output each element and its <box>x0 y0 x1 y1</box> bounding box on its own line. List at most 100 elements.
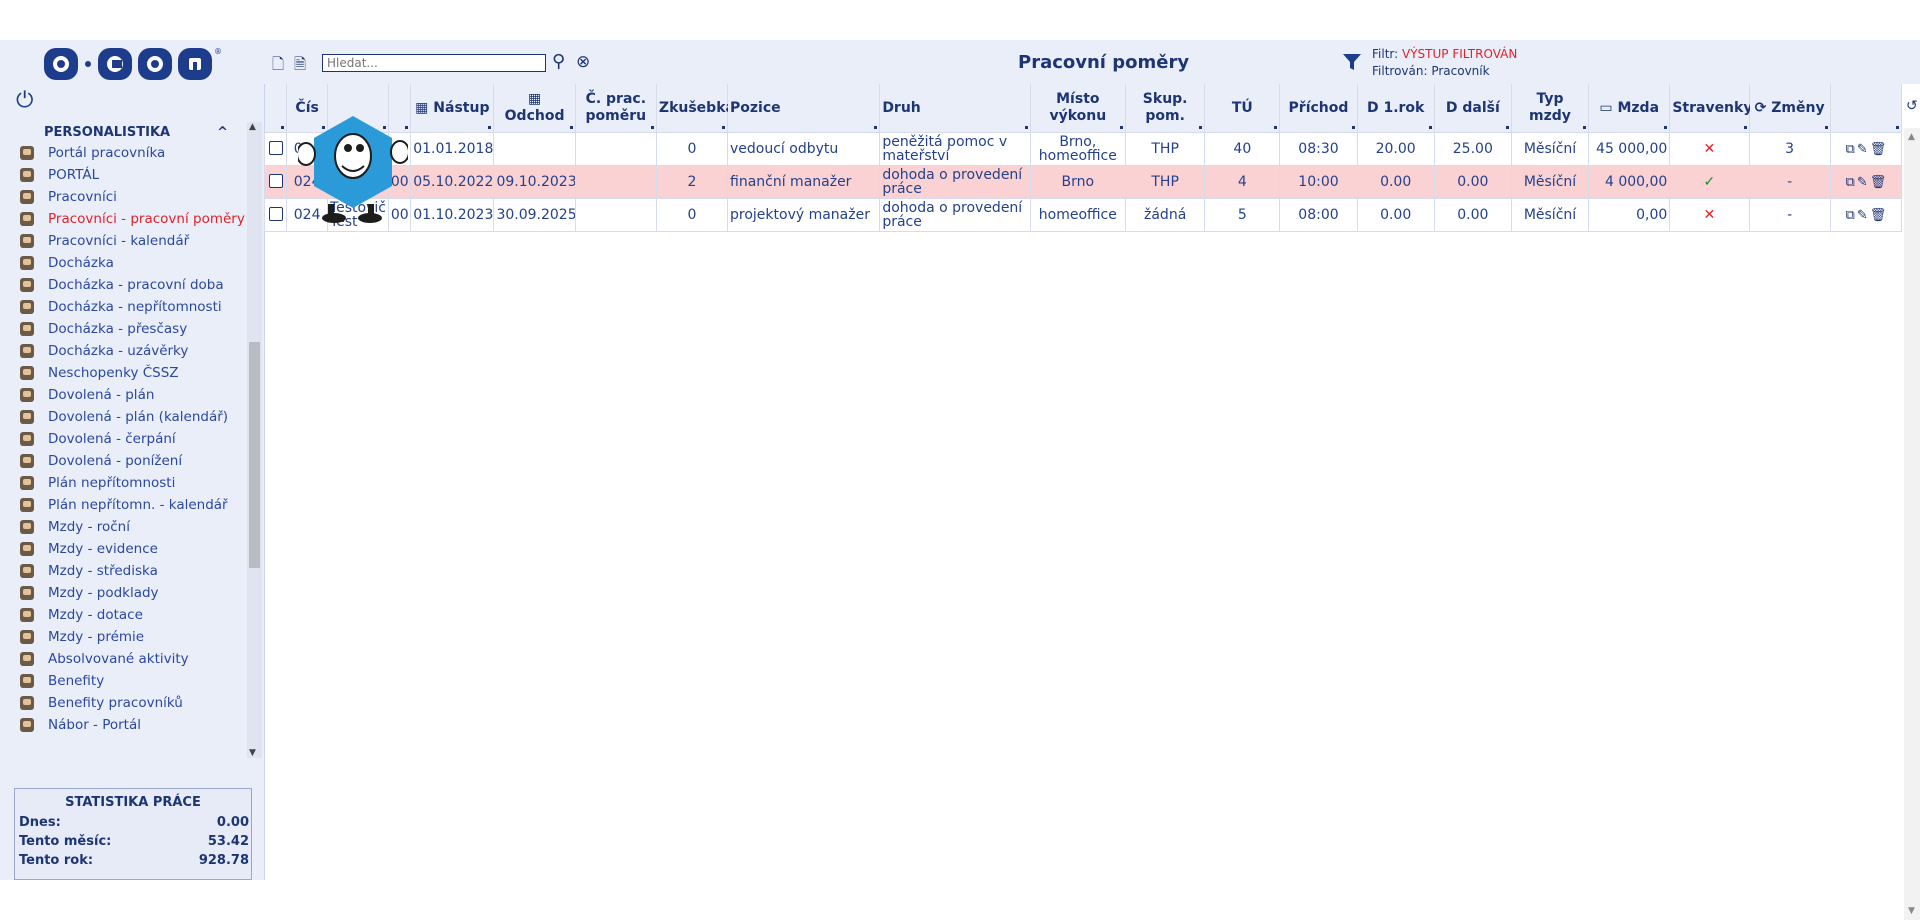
col-zkusebka[interactable]: Zkušebka <box>656 84 735 133</box>
search-icon[interactable]: ⚲ <box>552 51 565 72</box>
sidebar-item[interactable]: Docházka <box>0 252 248 274</box>
qcom-logo[interactable]: ® <box>42 44 222 84</box>
history-icon[interactable]: ↺ <box>1906 98 1918 114</box>
sidebar-item[interactable]: Mzdy - střediska <box>0 560 248 582</box>
collapse-caret-icon[interactable]: ^ <box>217 125 228 140</box>
row-checkbox[interactable] <box>268 173 283 188</box>
edit-icon[interactable]: ✎ <box>1857 175 1868 190</box>
col-nastup[interactable]: ▦ Nástup <box>410 84 495 133</box>
scrollbar-thumb[interactable] <box>249 342 260 568</box>
sidebar-item[interactable]: Mzdy - roční <box>0 516 248 538</box>
sidebar-item[interactable]: Plán nepřítomnosti <box>0 472 248 494</box>
sidebar-scrollbar[interactable]: ▲ ▼ <box>247 122 262 758</box>
scroll-down-icon[interactable]: ▼ <box>249 748 256 758</box>
col-d1rok[interactable]: D 1.rok <box>1357 84 1435 133</box>
sidebar-item[interactable]: Dovolená - čerpání <box>0 428 248 450</box>
sidebar-item[interactable]: Mzdy - prémie <box>0 626 248 648</box>
sidebar-item[interactable]: Mzdy - evidence <box>0 538 248 560</box>
svg-text:®: ® <box>214 47 222 56</box>
col-mzda[interactable]: ▭ Mzda <box>1588 84 1671 133</box>
scroll-up-icon[interactable]: ▲ <box>1908 132 1915 142</box>
col-misto-vykonu[interactable]: Místo výkonu <box>1030 84 1127 133</box>
sidebar-item[interactable]: Dovolená - ponížení <box>0 450 248 472</box>
col-cislo-prac-pomeru[interactable]: Č. prac. poměru <box>575 84 657 133</box>
copy-icon[interactable]: ⧉ <box>1846 208 1855 223</box>
module-icon <box>20 652 34 666</box>
sidebar-item[interactable]: Docházka - pracovní doba <box>0 274 248 296</box>
sidebar-item[interactable]: PORTÁL <box>0 164 248 186</box>
cell-misto: Brno, homeoffice <box>1029 132 1127 166</box>
nav-section-header[interactable]: PERSONALISTIKA ^ <box>0 122 248 142</box>
row-checkbox[interactable] <box>268 206 283 221</box>
table-row[interactable]: 024Testovič Test0005.10.202209.10.20232f… <box>263 165 1903 199</box>
row-checkbox[interactable] <box>268 140 283 155</box>
filter-icon[interactable] <box>1342 52 1362 72</box>
sidebar-item[interactable]: Mzdy - dotace <box>0 604 248 626</box>
module-icon <box>20 476 34 490</box>
module-icon <box>20 696 34 710</box>
delete-icon[interactable]: 🗑 <box>1870 175 1887 190</box>
module-icon <box>20 520 34 534</box>
col-ddalsi[interactable]: D další <box>1434 84 1512 133</box>
sidebar-item[interactable]: Neschopenky ČSSZ <box>0 362 248 384</box>
cell-d1: 0.00 <box>1356 198 1435 232</box>
col-typ-mzdy[interactable]: Typ mzdy <box>1511 84 1590 133</box>
col-odchod[interactable]: ▦ Odchod <box>493 84 576 133</box>
copy-icon[interactable]: ⧉ <box>1846 142 1855 157</box>
col-odchod-label: Odchod <box>504 108 565 124</box>
delete-icon[interactable]: 🗑 <box>1870 142 1887 157</box>
sidebar-item-label: Plán nepřítomnosti <box>48 475 176 491</box>
module-icon <box>20 498 34 512</box>
module-icon <box>20 630 34 644</box>
module-icon <box>20 190 34 204</box>
col-zmeny-label: Změny <box>1771 99 1825 116</box>
col-stravenky[interactable]: Stravenky <box>1669 84 1752 133</box>
col-zmeny[interactable]: ⟳ Změny <box>1749 84 1831 133</box>
excel-export-icon[interactable]: 🗎 <box>294 54 306 79</box>
sidebar-item[interactable]: Docházka - přesčasy <box>0 318 248 340</box>
stats-value: 928.78 <box>198 853 249 868</box>
power-icon[interactable]: ⏻ <box>16 88 33 113</box>
row-actions: ⧉ ✎ 🗑 <box>1829 132 1903 166</box>
col-tu[interactable]: TÚ <box>1204 84 1281 133</box>
col-druh[interactable]: Druh <box>879 84 1031 133</box>
row-select-cell <box>263 165 288 199</box>
cell-skup: žádná <box>1125 198 1206 232</box>
sidebar-item[interactable]: Benefity pracovníků <box>0 692 248 714</box>
stats-label: Dnes: <box>19 815 61 830</box>
sidebar-item[interactable]: Absolvované aktivity <box>0 648 248 670</box>
sidebar-item-label: Pracovníci - kalendář <box>48 233 190 249</box>
sidebar-item[interactable]: Plán nepřítomn. - kalendář <box>0 494 248 516</box>
sidebar-item[interactable]: Docházka - nepřítomnosti <box>0 296 248 318</box>
cell-misto: homeoffice <box>1029 198 1127 232</box>
col-prichod[interactable]: Příchod <box>1279 84 1358 133</box>
scroll-up-icon[interactable]: ▲ <box>249 122 256 132</box>
scroll-down-icon[interactable]: ▼ <box>1908 906 1915 916</box>
clear-search-icon[interactable]: ⊗ <box>576 52 590 72</box>
sidebar-item[interactable]: Pracovníci <box>0 186 248 208</box>
grid-scrollbar[interactable]: ▲ ▼ <box>1904 128 1920 920</box>
sidebar-item[interactable]: Dovolená - plán <box>0 384 248 406</box>
sidebar-item[interactable]: Nábor - Portál <box>0 714 248 736</box>
col-skup-pom[interactable]: Skup. pom. <box>1125 84 1206 133</box>
cell-ddalsi: 25.00 <box>1433 132 1512 166</box>
copy-icon[interactable]: ⧉ <box>1846 175 1855 190</box>
delete-icon[interactable]: 🗑 <box>1870 208 1887 223</box>
cell-stravenky: ✕ <box>1669 198 1750 232</box>
col-pozice[interactable]: Pozice <box>727 84 881 133</box>
edit-icon[interactable]: ✎ <box>1857 142 1868 157</box>
cell-ddalsi: 0.00 <box>1433 165 1512 199</box>
sidebar-item[interactable]: Dovolená - plán (kalendář) <box>0 406 248 428</box>
search-input[interactable] <box>322 54 546 72</box>
stats-row: Tento rok: 928.78 <box>15 852 251 871</box>
table-row[interactable]: 024 Testovič Test 00 01.10.2023 30.09.2025 0 p… <box>263 198 1903 232</box>
table-row[interactable]: 024Test0001.01.20180vedoucí odbytupeněži… <box>263 132 1903 166</box>
sidebar-item[interactable]: Docházka - uzávěrky <box>0 340 248 362</box>
sidebar-item[interactable]: Benefity <box>0 670 248 692</box>
edit-icon[interactable]: ✎ <box>1857 208 1868 223</box>
sidebar-item[interactable]: Mzdy - podklady <box>0 582 248 604</box>
sidebar-item[interactable]: Pracovníci - pracovní poměry <box>0 208 248 230</box>
sidebar-item[interactable]: Portál pracovníka <box>0 142 248 164</box>
new-document-icon[interactable]: 🗋 <box>272 54 284 79</box>
sidebar-item[interactable]: Pracovníci - kalendář <box>0 230 248 252</box>
